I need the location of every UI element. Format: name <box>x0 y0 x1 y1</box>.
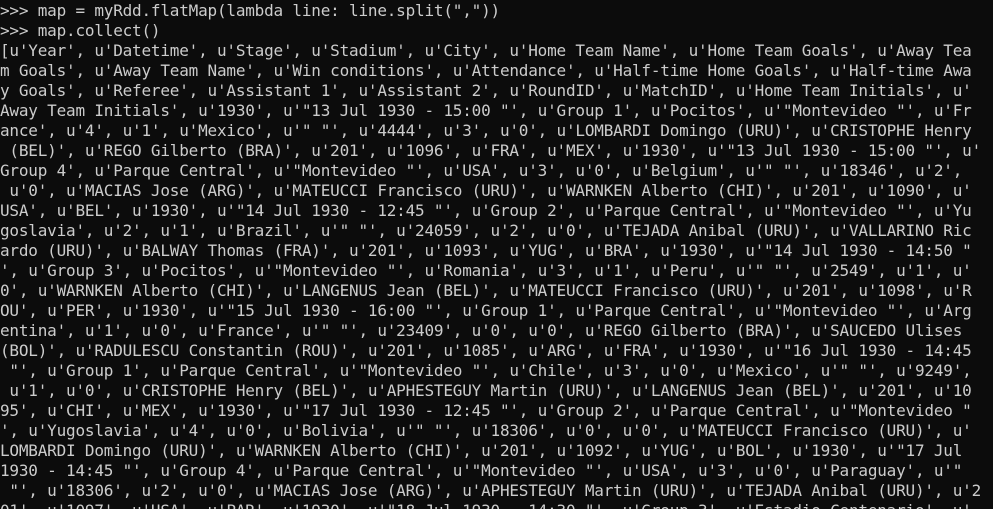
terminal-output-line: "', u'18306', u'2', u'0', u'MACIAS Jose … <box>0 481 982 500</box>
terminal-window[interactable]: >>> map = myRdd.flatMap(lambda line: lin… <box>0 0 993 509</box>
terminal-output-line: y Goals', u'Referee', u'Assistant 1', u'… <box>0 81 972 100</box>
terminal-output-line: ', u'Yugoslavia', u'4', u'0', u'Bolivia'… <box>0 421 972 440</box>
terminal-output-line: ance', u'4', u'1', u'Mexico', u'" "', u'… <box>0 121 972 140</box>
terminal-output-line: ', u'Group 3', u'Pocitos', u'"Montevideo… <box>0 261 972 280</box>
terminal-output-line: (BOL)', u'RADULESCU Constantin (ROU)', u… <box>0 341 972 360</box>
terminal-output-line: Away Team Initials', u'1930', u'"13 Jul … <box>0 101 972 120</box>
terminal-output-line: 01', u'1097', u'USA', u'PAR', u'1930', u… <box>0 501 993 509</box>
terminal-output-line: Group 4', u'Parque Central', u'"Montevid… <box>0 161 963 180</box>
terminal-output-line: USA', u'BEL', u'1930', u'"14 Jul 1930 - … <box>0 201 972 220</box>
terminal-line-prompt-flatmap: >>> map = myRdd.flatMap(lambda line: lin… <box>0 1 500 20</box>
terminal-output-line: (BEL)', u'REGO Gilberto (BRA)', u'201', … <box>0 141 982 160</box>
terminal-output-line: goslavia', u'2', u'1', u'Brazil', u'" "'… <box>0 221 972 240</box>
terminal-output-line: entina', u'1', u'0', u'France', u'" "', … <box>0 321 963 340</box>
terminal-output-line: u'0', u'MACIAS Jose (ARG)', u'MATEUCCI F… <box>0 181 972 200</box>
terminal-output-line: LOMBARDI Domingo (URU)', u'WARNKEN Alber… <box>0 441 963 460</box>
terminal-line-prompt-collect: >>> map.collect() <box>0 21 161 40</box>
terminal-output-line: 0', u'WARNKEN Alberto (CHI)', u'LANGENUS… <box>0 281 972 300</box>
terminal-output-line: OU', u'PER', u'1930', u'"15 Jul 1930 - 1… <box>0 301 972 320</box>
terminal-output: >>> map = myRdd.flatMap(lambda line: lin… <box>0 1 993 509</box>
terminal-output-line: u'1', u'0', u'CRISTOPHE Henry (BEL)', u'… <box>0 381 972 400</box>
terminal-output-line: 1930 - 14:45 "', u'Group 4', u'Parque Ce… <box>0 461 963 480</box>
terminal-output-line: m Goals', u'Away Team Name', u'Win condi… <box>0 61 972 80</box>
terminal-output-line: 95', u'CHI', u'MEX', u'1930', u'"17 Jul … <box>0 401 972 420</box>
terminal-output-line: ardo (URU)', u'BALWAY Thomas (FRA)', u'2… <box>0 241 972 260</box>
terminal-output-line: "', u'Group 1', u'Parque Central', u'"Mo… <box>0 361 972 380</box>
terminal-output-line: [u'Year', u'Datetime', u'Stage', u'Stadi… <box>0 41 972 60</box>
